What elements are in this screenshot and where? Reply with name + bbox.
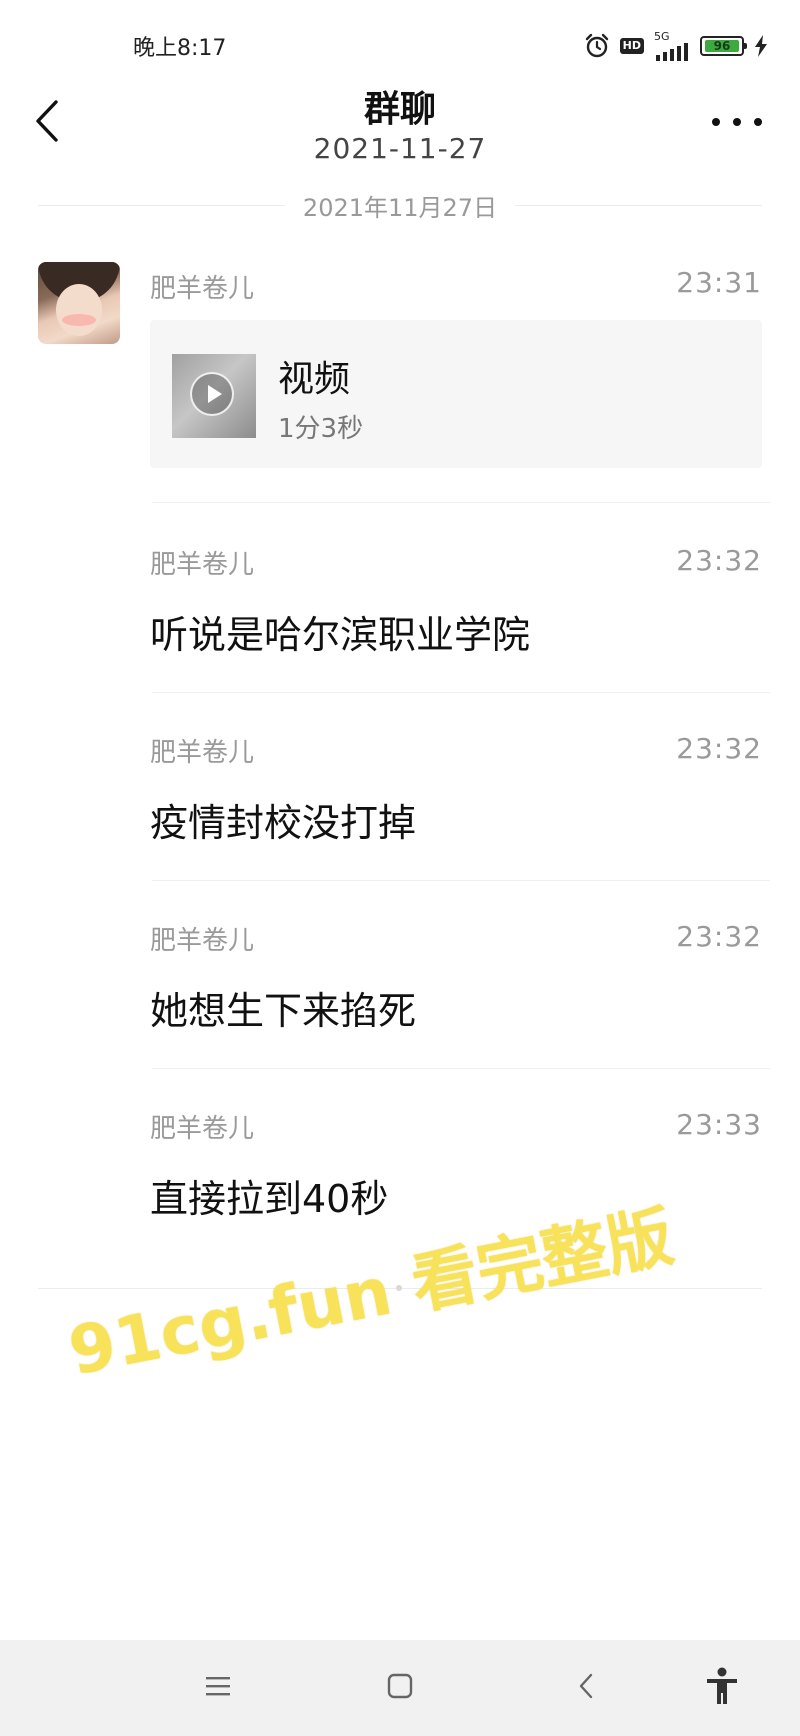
back-icon (577, 1672, 595, 1704)
charging-icon (754, 35, 768, 57)
video-card[interactable]: 视频 1分3秒 (150, 320, 762, 468)
message-sender: 肥羊卷儿 (150, 926, 255, 956)
message-separator (152, 880, 770, 881)
play-icon (190, 372, 234, 416)
message-text: 肥羊卷儿 23:32 疫情封校没打掉 (150, 732, 770, 882)
message-sender: 肥羊卷儿 (150, 274, 255, 304)
home-button[interactable] (360, 1640, 440, 1736)
message-time: 23:32 (676, 920, 762, 953)
message-text: 肥羊卷儿 23:32 听说是哈尔滨职业学院 (150, 544, 770, 694)
message-body[interactable]: 她想生下来掐死 (150, 980, 416, 1035)
message-time: 23:32 (676, 732, 762, 765)
message-text: 肥羊卷儿 23:32 她想生下来掐死 (150, 920, 770, 1070)
message-time: 23:33 (676, 1108, 762, 1141)
date-divider: 2021年11月27日 (38, 190, 762, 222)
menu-icon (205, 1675, 231, 1701)
battery-level: 96 (704, 39, 740, 53)
message-time: 23:32 (676, 544, 762, 577)
status-icons: HD 5G 96 (584, 28, 768, 64)
avatar[interactable] (38, 262, 120, 344)
message-sender: 肥羊卷儿 (150, 738, 255, 768)
message-separator (152, 692, 770, 693)
message-body[interactable]: 直接拉到40秒 (150, 1168, 388, 1223)
message-time: 23:31 (676, 266, 762, 299)
battery-icon: 96 (700, 36, 747, 56)
more-button[interactable] (712, 112, 762, 132)
alarm-icon (584, 33, 610, 59)
more-icon (712, 118, 720, 126)
video-thumbnail[interactable] (172, 354, 256, 438)
message-separator (152, 1068, 770, 1069)
nav-back-button[interactable] (546, 1640, 626, 1736)
message-body[interactable]: 听说是哈尔滨职业学院 (150, 604, 530, 659)
system-nav-bar (0, 1640, 800, 1736)
signal-icon: 5G (654, 31, 690, 61)
page-subtitle-date: 2021-11-27 (313, 132, 487, 165)
message-sender: 肥羊卷儿 (150, 1114, 255, 1144)
home-icon (387, 1673, 413, 1703)
status-time: 晚上8:17 (133, 36, 227, 61)
accessibility-icon (704, 1666, 740, 1710)
date-divider-label: 2021年11月27日 (302, 193, 498, 222)
hd-badge: HD (619, 38, 644, 54)
video-title: 视频 (278, 359, 351, 400)
accessibility-button[interactable] (682, 1640, 762, 1736)
page-title: 群聊 (363, 89, 436, 130)
network-type: 5G (654, 30, 670, 43)
message-separator (152, 502, 770, 503)
message-body[interactable]: 疫情封校没打掉 (150, 792, 416, 847)
video-duration: 1分3秒 (278, 414, 364, 444)
message-sender: 肥羊卷儿 (150, 550, 255, 580)
menu-button[interactable] (178, 1640, 258, 1736)
chat-header: 群聊 2021-11-27 (0, 78, 800, 178)
message-video: 肥羊卷儿 23:31 视频 1分3秒 (150, 266, 770, 503)
